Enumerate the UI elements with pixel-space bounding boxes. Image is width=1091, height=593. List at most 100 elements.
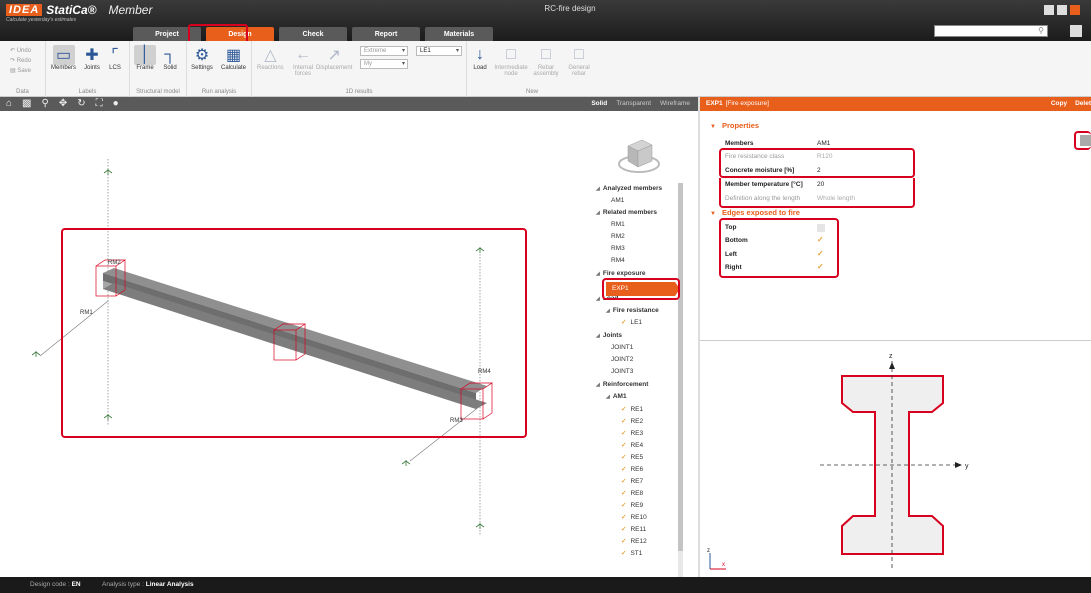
members-label-button[interactable]: ▭ Members bbox=[51, 45, 76, 71]
mode-solid[interactable]: Solid bbox=[591, 97, 607, 111]
fire-class-value[interactable]: R120 bbox=[817, 153, 833, 160]
camera-icon[interactable]: ● bbox=[113, 97, 119, 111]
group-label-1d-results: 1D results bbox=[345, 89, 373, 95]
rotate-icon[interactable]: ↻ bbox=[77, 97, 85, 111]
load-case-select[interactable]: LE1 ▾ bbox=[416, 46, 462, 56]
tree-item-re10[interactable]: ✓ RE10 bbox=[621, 513, 647, 523]
tree-item-re3[interactable]: ✓ RE3 bbox=[621, 429, 643, 439]
pan-icon[interactable]: ✥ bbox=[59, 97, 67, 111]
tree-item-re12[interactable]: ✓ RE12 bbox=[621, 537, 647, 547]
solid-button[interactable]: ┐ Solid bbox=[159, 45, 181, 71]
zoom-icon[interactable]: ⚲ bbox=[42, 97, 49, 111]
edge-left-checkbox[interactable]: ✓ bbox=[817, 250, 825, 258]
lcs-label-button[interactable]: ⌜ LCS bbox=[104, 45, 126, 71]
view-cube[interactable] bbox=[614, 130, 664, 180]
definition-value[interactable]: Whole length bbox=[817, 195, 855, 202]
members-value[interactable]: AM1 bbox=[817, 140, 830, 147]
collapse-icon: ◢ bbox=[596, 382, 600, 388]
tree-analyzed-members[interactable]: ◢ Analyzed members bbox=[596, 184, 662, 194]
tree-item-rm3[interactable]: RM3 bbox=[611, 244, 625, 254]
chevron-down-icon: ▾ bbox=[401, 48, 405, 54]
title-bar: IDEA StatiCa® Member Calculate yesterday… bbox=[0, 0, 1091, 41]
tree-item-re6[interactable]: ✓ RE6 bbox=[621, 465, 643, 475]
copy-button[interactable]: Copy bbox=[1051, 97, 1067, 111]
minimize-icon[interactable] bbox=[1044, 5, 1054, 15]
tree-item-re4[interactable]: ✓ RE4 bbox=[621, 441, 643, 451]
tab-materials[interactable]: Materials bbox=[425, 27, 493, 41]
selected-object-type: [Fire exposure] bbox=[725, 100, 769, 107]
rebar-assembly-button[interactable]: □ Rebar assembly bbox=[531, 45, 561, 77]
tree-item-re1[interactable]: ✓ RE1 bbox=[621, 405, 643, 415]
internal-forces-button[interactable]: ← Internal forces bbox=[286, 45, 320, 77]
temperature-field[interactable]: 20 bbox=[817, 181, 824, 188]
tree-item-am1[interactable]: AM1 bbox=[611, 196, 624, 206]
tree-scrollbar-thumb[interactable] bbox=[678, 183, 683, 551]
tree-related-members[interactable]: ◢ Related members bbox=[596, 208, 657, 218]
edge-right-checkbox[interactable]: ✓ bbox=[817, 263, 825, 271]
frame-label: Frame bbox=[136, 65, 154, 71]
close-icon[interactable] bbox=[1070, 5, 1080, 15]
help-button[interactable] bbox=[1070, 25, 1082, 37]
reactions-button[interactable]: △ Reactions bbox=[257, 45, 284, 71]
window-controls bbox=[1044, 5, 1080, 15]
tree-item-le1[interactable]: ✓ LE1 bbox=[621, 318, 642, 328]
tree-reinforcement[interactable]: ◢ Reinforcement bbox=[596, 380, 648, 390]
calculate-button[interactable]: ▦ Calculate bbox=[221, 45, 246, 71]
delete-button[interactable]: Delet bbox=[1075, 97, 1091, 111]
tree-reinforcement-label: Reinforcement bbox=[602, 381, 649, 388]
edge-top-checkbox[interactable] bbox=[817, 224, 825, 232]
tree-fire-resistance[interactable]: ◢ Fire resistance bbox=[606, 306, 659, 316]
tree-item-rm4[interactable]: RM4 bbox=[611, 256, 625, 266]
tree-item-rm1[interactable]: RM1 bbox=[611, 220, 625, 230]
displacement-button[interactable]: ↗ Displacement bbox=[316, 45, 352, 71]
edge-bottom-checkbox[interactable]: ✓ bbox=[817, 236, 825, 244]
tree-reinforcement-am1[interactable]: ◢ AM1 bbox=[606, 392, 627, 402]
tree-item-re8[interactable]: ✓ RE8 bbox=[621, 489, 643, 499]
redo-button[interactable]: ↷ Redo bbox=[10, 57, 31, 64]
tree-item-joint2[interactable]: JOINT2 bbox=[611, 355, 633, 365]
tree-item-exp1[interactable]: EXP1 bbox=[606, 282, 675, 296]
section-properties[interactable]: ▼ Properties bbox=[710, 121, 759, 130]
tree-item-re2[interactable]: ✓ RE2 bbox=[621, 417, 643, 427]
tree-item-re9[interactable]: ✓ RE9 bbox=[621, 501, 643, 511]
search-input[interactable]: ⚲ bbox=[934, 25, 1048, 37]
cross-section-view[interactable]: z y z x bbox=[700, 340, 1091, 577]
save-button[interactable]: ▤ Save bbox=[10, 67, 31, 74]
tree-item-st1[interactable]: ✓ ST1 bbox=[621, 549, 642, 559]
joints-label-button[interactable]: ✚ Joints bbox=[81, 45, 103, 71]
load-button[interactable]: ↓ Load bbox=[469, 45, 491, 71]
mode-wireframe[interactable]: Wireframe bbox=[660, 97, 690, 111]
extreme-select[interactable]: Extreme ▾ bbox=[360, 46, 408, 56]
undo-button[interactable]: ↶ Undo bbox=[10, 47, 31, 54]
maximize-icon[interactable] bbox=[1057, 5, 1067, 15]
intermediate-node-button[interactable]: □ Intermediate node bbox=[494, 45, 527, 77]
mode-transparent[interactable]: Transparent bbox=[616, 97, 651, 111]
zoom-extents-icon[interactable]: ⛶ bbox=[96, 97, 103, 111]
moisture-field[interactable]: 2 bbox=[817, 167, 821, 174]
tree-scrollbar[interactable] bbox=[678, 183, 683, 577]
beam-top-flange[interactable] bbox=[103, 268, 487, 393]
tree-item-re7[interactable]: ✓ RE7 bbox=[621, 477, 643, 487]
tree-item-rm2[interactable]: RM2 bbox=[611, 232, 625, 242]
pick-member-button[interactable] bbox=[1080, 135, 1091, 146]
tree-reinforcement-am1-label: AM1 bbox=[612, 393, 627, 400]
tree-item-re11[interactable]: ✓ RE11 bbox=[621, 525, 646, 535]
selected-object-id: EXP1 bbox=[706, 100, 723, 107]
tree-item-joint3[interactable]: JOINT3 bbox=[611, 367, 633, 377]
section-edges-exposed[interactable]: ▼ Edges exposed to fire bbox=[710, 208, 800, 217]
beam-bottom-face[interactable] bbox=[103, 283, 487, 409]
my-select[interactable]: My ▾ bbox=[360, 59, 408, 69]
general-rebar-button[interactable]: □ General rebar bbox=[565, 45, 593, 77]
tree-fire-exposure[interactable]: ◢ Fire exposure bbox=[596, 269, 646, 279]
settings-button[interactable]: ⚙ Settings bbox=[191, 45, 213, 71]
tree-item-re5[interactable]: ✓ RE5 bbox=[621, 453, 643, 463]
tree-item-joint1[interactable]: JOINT1 bbox=[611, 343, 633, 353]
search-icon: ⚲ bbox=[1038, 26, 1044, 35]
tab-report[interactable]: Report bbox=[352, 27, 420, 41]
home-icon[interactable]: ⌂ bbox=[6, 97, 12, 111]
zoom-window-icon[interactable]: ▩ bbox=[22, 97, 31, 111]
calculator-icon: ▦ bbox=[225, 47, 242, 64]
frame-button[interactable]: │ Frame bbox=[134, 45, 156, 71]
tab-check[interactable]: Check bbox=[279, 27, 347, 41]
tree-joints[interactable]: ◢ Joints bbox=[596, 331, 622, 341]
